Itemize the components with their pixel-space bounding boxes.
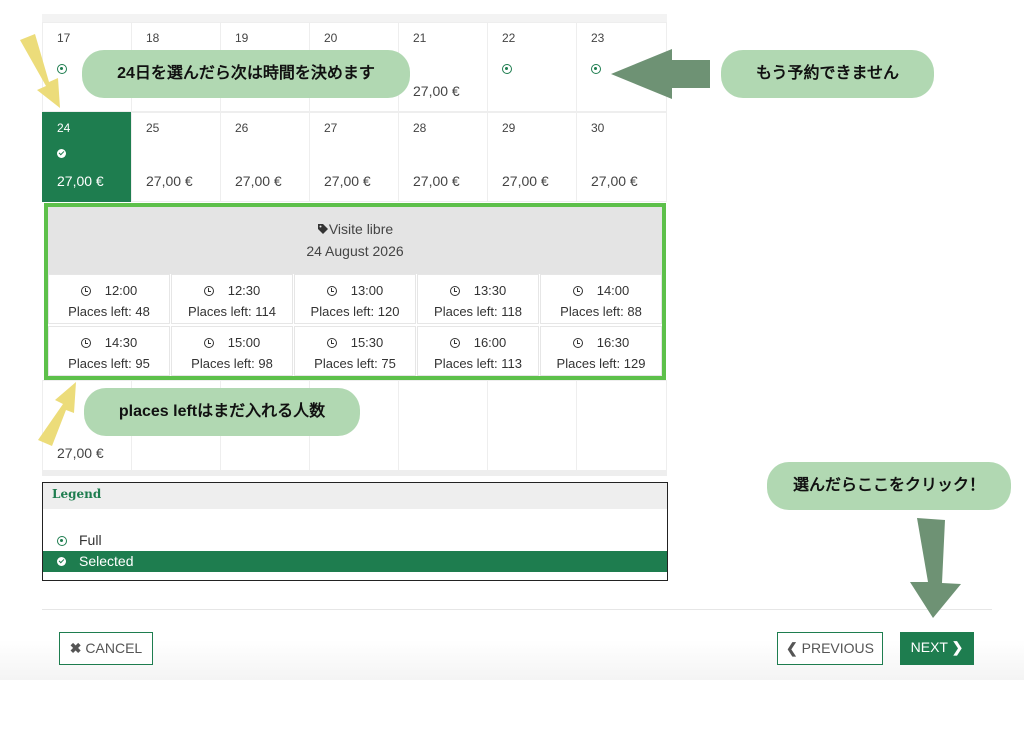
arrow-yellow-down-icon bbox=[20, 34, 60, 108]
arrow-yellow-up-icon bbox=[38, 382, 76, 446]
annotation-arrows bbox=[20, 34, 961, 618]
arrow-left-icon bbox=[611, 49, 710, 99]
arrow-down-icon bbox=[910, 518, 961, 618]
